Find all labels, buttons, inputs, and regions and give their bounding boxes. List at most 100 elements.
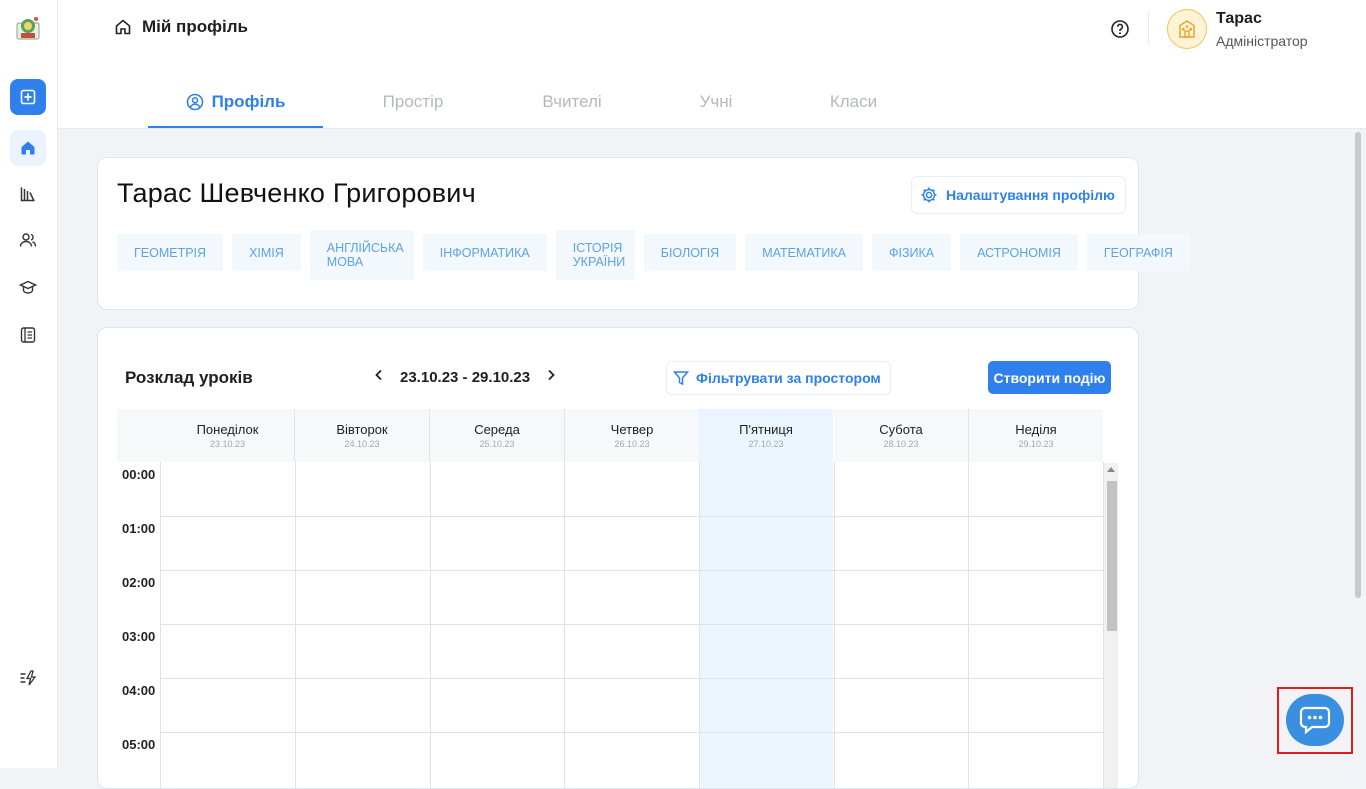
settings-label: Налаштування профілю [946, 187, 1115, 203]
subject-chip: АНГЛІЙСЬКА МОВА [309, 230, 414, 280]
day-date: 25.10.23 [479, 439, 515, 449]
grid-line [160, 516, 1104, 517]
today-column [699, 462, 833, 788]
prev-week-button[interactable] [374, 368, 384, 386]
schedule-card: Розклад уроків 23.10.23 - 29.10.23 Фільт… [97, 327, 1139, 789]
hour-label: 03:00 [122, 629, 156, 644]
day-date: 29.10.23 [1018, 439, 1054, 449]
next-week-button[interactable] [546, 368, 556, 386]
day-name: Понеділок [196, 422, 259, 437]
filter-by-space-button[interactable]: Фільтрувати за простором [666, 361, 891, 395]
grid-line [430, 462, 431, 788]
create-event-button[interactable]: Створити подію [988, 361, 1111, 394]
tab-teachers[interactable]: Вчителі [503, 78, 641, 126]
user-role: Адміністратор [1216, 33, 1308, 49]
day-header-today: П'ятниця 27.10.23 [699, 409, 833, 462]
user-name: Тарас [1216, 10, 1262, 27]
help-button[interactable] [1110, 19, 1130, 39]
home-icon [115, 19, 131, 35]
sidebar-item-education[interactable] [10, 269, 46, 305]
day-name: Четвер [610, 422, 654, 437]
day-date: 26.10.23 [614, 439, 650, 449]
day-name: П'ятниця [739, 422, 793, 437]
graduation-cap-icon [19, 280, 37, 294]
day-header: Вівторок 24.10.23 [295, 409, 430, 462]
chat-button[interactable] [1286, 694, 1344, 746]
avatar[interactable] [1167, 9, 1207, 49]
day-date: 27.10.23 [748, 439, 784, 449]
school-icon [1179, 20, 1195, 38]
tab-label: Учні [699, 92, 733, 111]
add-icon [20, 89, 36, 105]
schedule-scrollbar-thumb[interactable] [1107, 481, 1117, 631]
grid-line [160, 462, 161, 788]
scroll-up-arrow-icon[interactable] [1107, 467, 1115, 472]
grid-line [160, 624, 1104, 625]
sidebar-item-home[interactable] [10, 130, 46, 166]
grid-line [160, 570, 1104, 571]
subject-chip: АСТРОНОМІЯ [960, 234, 1078, 271]
filter-label: Фільтрувати за простором [696, 370, 881, 386]
sidebar-add-button[interactable] [10, 79, 46, 115]
tab-classes[interactable]: Класи [791, 78, 916, 126]
tab-profile[interactable]: Профіль [148, 78, 323, 128]
breadcrumb[interactable]: Мій профіль [114, 17, 248, 37]
header: Мій профіль Тарас Адміністратор Профіль [58, 0, 1366, 129]
day-header: Четвер 26.10.23 [565, 409, 699, 462]
tab-label: Вчителі [542, 92, 602, 111]
day-name: Вівторок [336, 422, 388, 437]
subject-chip: ГЕОМЕТРІЯ [117, 234, 224, 271]
time-header-corner [117, 409, 161, 462]
grid-line [160, 732, 1104, 733]
sidebar-item-library[interactable] [10, 176, 46, 212]
subject-chip: ІСТОРІЯ УКРАЇНИ [555, 230, 635, 280]
subject-chip: ІНФОРМАТИКА [422, 234, 547, 271]
chevron-left-icon [375, 369, 382, 381]
tab-space[interactable]: Простір [323, 78, 503, 126]
hour-label: 00:00 [122, 467, 156, 482]
sidebar [0, 0, 58, 768]
filter-icon [673, 371, 689, 386]
sidebar-item-users[interactable] [10, 222, 46, 258]
grid-line [968, 462, 969, 788]
app-logo[interactable] [14, 14, 42, 42]
tab-students[interactable]: Учні [641, 78, 791, 126]
week-range: 23.10.23 - 29.10.23 [400, 368, 531, 386]
subject-chip: ФІЗИКА [871, 234, 952, 271]
week-navigator: 23.10.23 - 29.10.23 [374, 368, 556, 386]
home-icon [21, 141, 35, 155]
journal-icon [20, 327, 36, 343]
day-header: Неділя 29.10.23 [969, 409, 1103, 462]
grid-line [834, 462, 835, 788]
page-scrollbar[interactable] [1355, 132, 1361, 598]
library-icon [20, 187, 35, 202]
grid-line [295, 462, 296, 788]
schedule-title: Розклад уроків [125, 368, 253, 387]
day-date: 23.10.23 [209, 439, 246, 449]
tabs: Профіль Простір Вчителі Учні Класи [148, 78, 916, 128]
day-header: Середа 25.10.23 [430, 409, 565, 462]
profile-full-name: Тарас Шевченко Григорович [117, 178, 476, 208]
hour-label: 05:00 [122, 737, 156, 752]
subject-chip: ГЕОГРАФІЯ [1086, 234, 1190, 271]
sidebar-item-quick-actions[interactable] [10, 660, 46, 696]
subject-list: ГЕОМЕТРІЯ ХІМІЯ АНГЛІЙСЬКА МОВА ІНФОРМАТ… [117, 230, 1190, 280]
header-divider [1148, 12, 1149, 44]
day-date: 24.10.23 [344, 439, 380, 449]
users-icon [19, 233, 37, 247]
subject-chip: БІОЛОГІЯ [643, 234, 737, 271]
grid-line [564, 462, 565, 788]
hour-label: 04:00 [122, 683, 156, 698]
help-icon [1111, 20, 1129, 38]
profile-card: Тарас Шевченко Григорович Налаштування п… [97, 157, 1190, 310]
gear-icon [921, 187, 937, 203]
tab-label: Простір [382, 92, 444, 111]
sidebar-item-journal[interactable] [10, 317, 46, 353]
page-title: Мій профіль [142, 17, 248, 36]
day-name: Субота [879, 422, 923, 437]
grid-line [699, 462, 700, 788]
hour-label: 02:00 [122, 575, 156, 590]
profile-settings-button[interactable]: Налаштування профілю [911, 176, 1126, 214]
flash-icon [20, 670, 37, 686]
schedule-grid: Понеділок 23.10.23 Вівторок 24.10.23 Сер… [117, 409, 1118, 788]
